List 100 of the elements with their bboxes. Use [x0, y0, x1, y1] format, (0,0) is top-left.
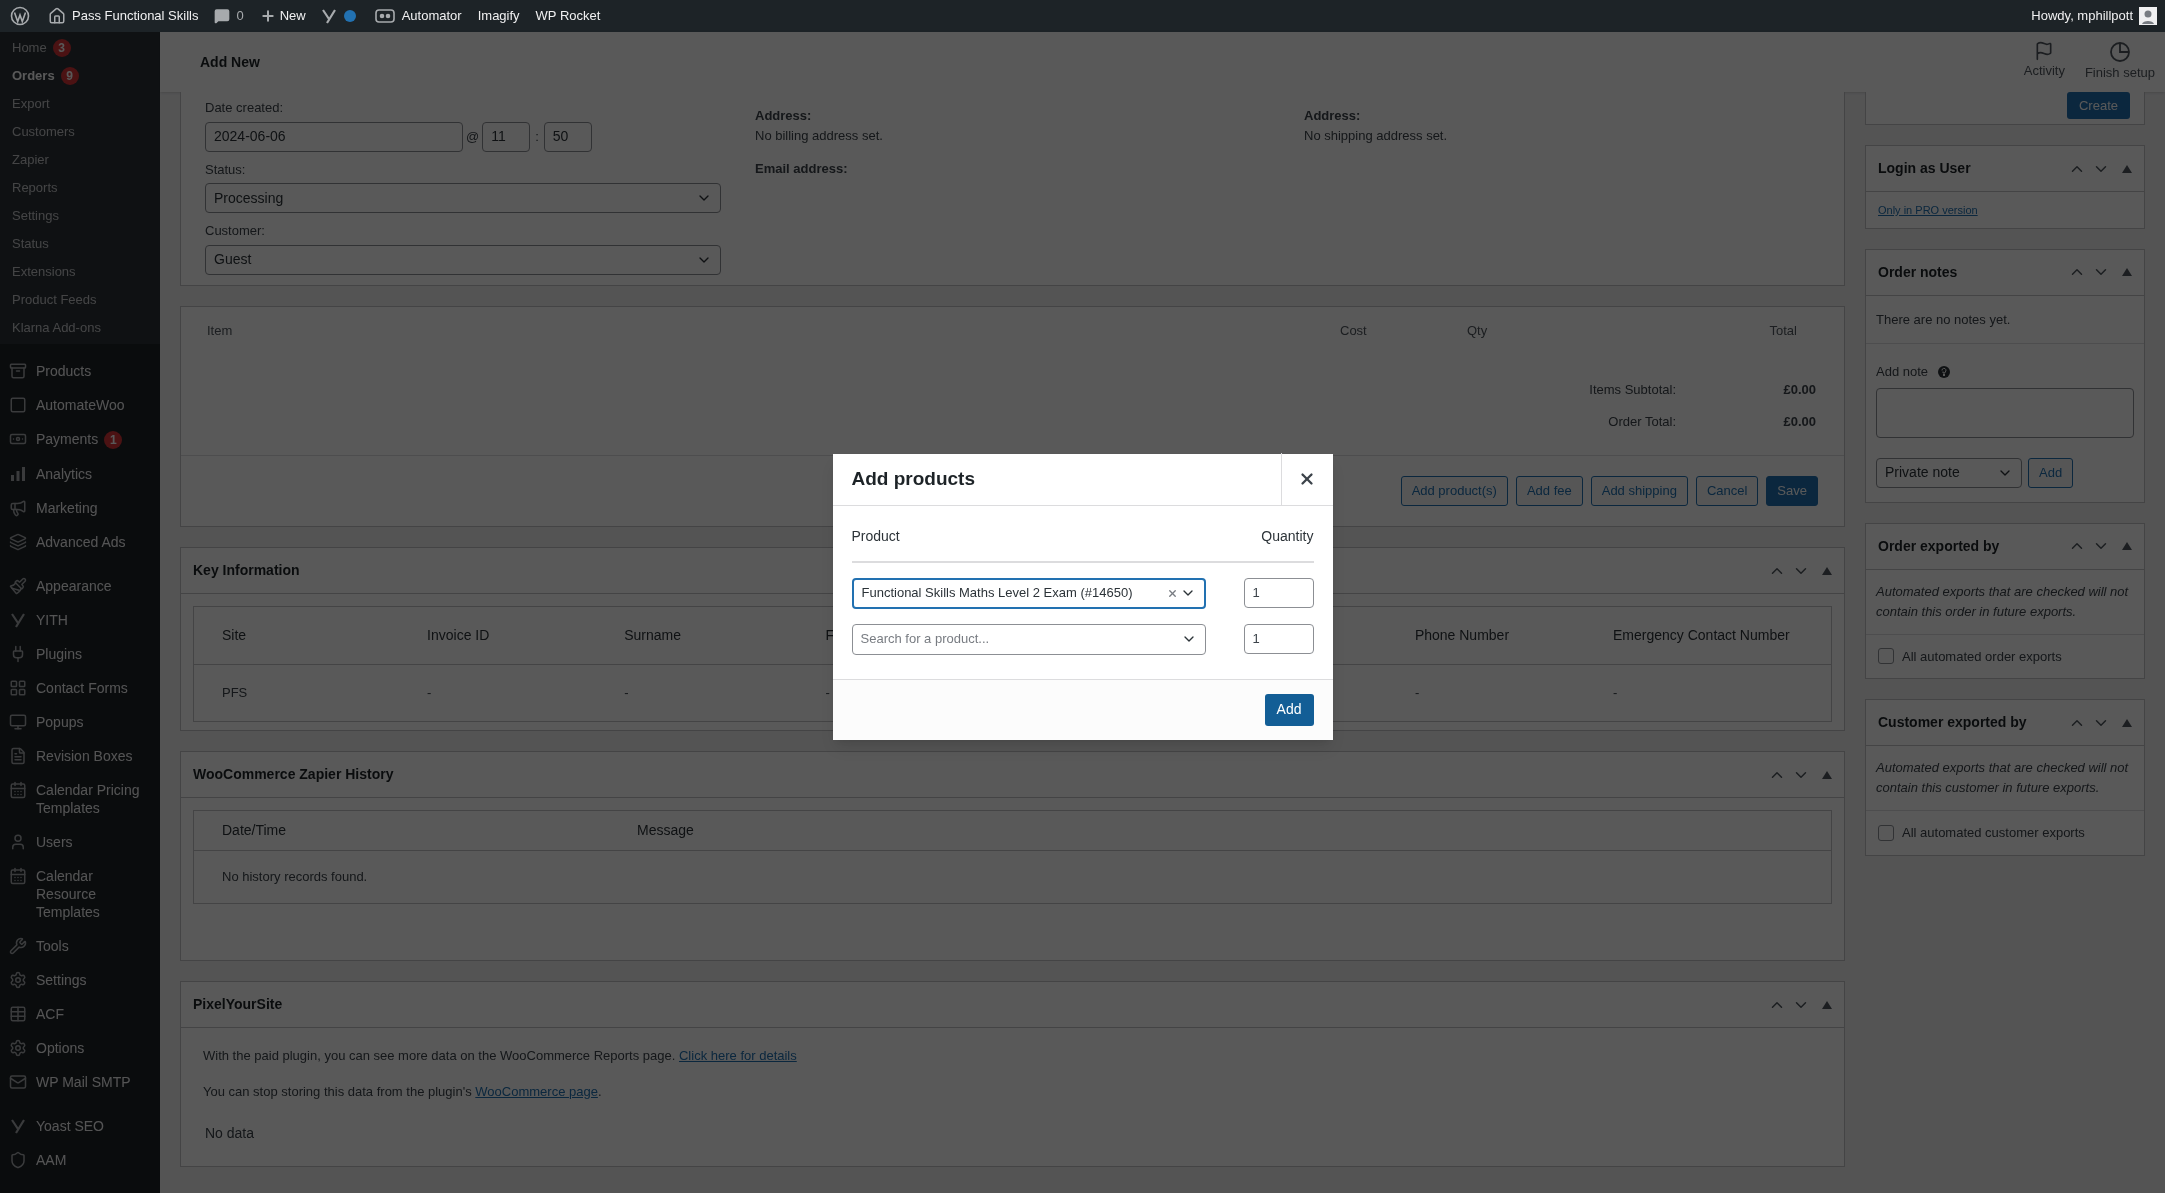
- product-select[interactable]: Functional Skills Maths Level 2 Exam (#14650): [851, 577, 1206, 609]
- description-text: Automated exports that are checked will not contain this customer in future exports.: [1866, 746, 2144, 811]
- column-header: Message: [637, 821, 694, 840]
- checkbox[interactable]: [1878, 648, 1894, 665]
- menu-item[interactable]: Users: [0, 825, 160, 859]
- add-button[interactable]: Add: [1264, 693, 1314, 726]
- menu-item[interactable]: Settings: [0, 963, 160, 997]
- checkbox[interactable]: [1878, 824, 1894, 841]
- add-note-button[interactable]: Add: [2028, 457, 2074, 488]
- checkbox-label: All automated order exports: [1902, 647, 2062, 666]
- field-label: Add note: [1876, 363, 1929, 381]
- site-name-link[interactable]: Pass Functional Skills: [40, 6, 207, 26]
- menu-item[interactable]: Advanced Ads: [0, 525, 160, 559]
- header-action-button[interactable]: Activity: [2023, 41, 2065, 83]
- quantity-field[interactable]: 1: [1243, 624, 1314, 654]
- collapse-triangle-icon[interactable]: [1822, 566, 1832, 575]
- menu-item[interactable]: Popups: [0, 705, 160, 739]
- column-header: F: [825, 627, 834, 643]
- details-link[interactable]: Click here for details: [679, 1048, 797, 1063]
- details-link[interactable]: WooCommerce page: [475, 1083, 598, 1099]
- column-header: Surname: [624, 627, 682, 643]
- menu-item[interactable]: Plugins: [0, 637, 160, 671]
- select-field[interactable]: Private note: [1876, 457, 2022, 488]
- robot-icon: [373, 8, 396, 24]
- panel-title: Order notes: [1878, 262, 1958, 282]
- plugin-menu-link[interactable]: WP Rocket: [527, 6, 609, 26]
- menu-item[interactable]: Calendar Resource Templates: [0, 859, 160, 929]
- menu-item[interactable]: Yoast SEO: [0, 1109, 160, 1143]
- collapse-triangle-icon[interactable]: [2122, 268, 2132, 276]
- menu-item[interactable]: Payments 1: [0, 422, 160, 457]
- dialog-title: Add products: [850, 466, 975, 491]
- pro-version-link[interactable]: Only in PRO version: [1878, 204, 1978, 216]
- product-select[interactable]: Search for a product...: [851, 623, 1206, 655]
- collapse-triangle-icon[interactable]: [2122, 542, 2132, 550]
- billing-address-text: No billing address set.: [755, 126, 884, 145]
- document-icon: [9, 747, 27, 765]
- action-button[interactable]: Add shipping: [1590, 476, 1688, 506]
- input-field[interactable]: 2024-06-06: [205, 121, 463, 152]
- action-button[interactable]: Add product(s): [1400, 476, 1508, 506]
- wrench-icon: [9, 937, 27, 955]
- greeting-text[interactable]: Howdy, mphillpott: [2031, 6, 2133, 26]
- plugin-menu-link[interactable]: Automator: [365, 6, 470, 26]
- menu-item[interactable]: YITH: [0, 603, 160, 637]
- calendar-icon: [9, 781, 27, 799]
- collapse-triangle-icon[interactable]: [1822, 770, 1832, 779]
- action-button[interactable]: Add fee: [1515, 476, 1583, 506]
- square-icon: [9, 396, 27, 414]
- menu-item[interactable]: ACF: [0, 997, 160, 1031]
- help-icon[interactable]: [1938, 365, 1951, 378]
- grid-icon: [9, 679, 27, 697]
- comments-link[interactable]: 0: [206, 6, 252, 26]
- monitor-icon: [9, 713, 27, 731]
- shield-icon: [9, 1151, 27, 1169]
- menu-item[interactable]: Appearance: [0, 569, 160, 603]
- save-button[interactable]: Save: [1766, 476, 1818, 506]
- menu-item[interactable]: AAM: [0, 1143, 160, 1177]
- menu-item[interactable]: AutomateWoo: [0, 388, 160, 422]
- y-logo-icon: [9, 611, 27, 629]
- table-cell: -: [1613, 685, 1618, 701]
- clear-icon[interactable]: [1166, 587, 1178, 599]
- menu-item[interactable]: Revision Boxes: [0, 739, 160, 773]
- plugin-menu-link[interactable]: Imagify: [469, 6, 528, 26]
- menu-item[interactable]: Calendar Pricing Templates: [0, 773, 160, 825]
- close-icon: [1298, 470, 1316, 488]
- header-action-button[interactable]: Finish setup: [2084, 41, 2155, 83]
- quantity-field[interactable]: 1: [1243, 578, 1314, 608]
- note-textarea[interactable]: [1876, 387, 2134, 438]
- settings-icon: [9, 971, 27, 989]
- collapse-triangle-icon[interactable]: [2122, 164, 2132, 173]
- total-value: £0.00: [1782, 381, 1816, 399]
- new-link[interactable]: New: [251, 6, 314, 26]
- menu-item[interactable]: Marketing: [0, 491, 160, 525]
- select-field[interactable]: Processing: [205, 183, 721, 213]
- info-paragraph: You can stop storing this data from the plugin's WooCommerce page.: [203, 1082, 603, 1101]
- mail-icon: [9, 1073, 27, 1091]
- menu-item[interactable]: WP Mail SMTP: [0, 1065, 160, 1099]
- action-button[interactable]: Cancel: [1695, 476, 1759, 506]
- submenu-item[interactable]: Orders 9: [0, 62, 160, 90]
- wordpress-logo-icon[interactable]: [10, 6, 30, 26]
- panel-title: Customer exported by: [1878, 713, 2027, 732]
- panel-title: Key Information: [193, 561, 300, 580]
- menu-item[interactable]: Options: [0, 1031, 160, 1065]
- create-button[interactable]: Create: [2066, 92, 2130, 119]
- collapse-triangle-icon[interactable]: [1822, 1000, 1832, 1009]
- select-field[interactable]: Guest: [205, 244, 721, 275]
- pie-chart-icon: [2108, 41, 2131, 64]
- input-field[interactable]: 50: [543, 121, 592, 152]
- column-header: Qty: [1467, 321, 1489, 340]
- count-badge: 3: [52, 39, 71, 57]
- flag-icon: [2034, 41, 2055, 62]
- table-cell: -: [1414, 685, 1420, 701]
- menu-item[interactable]: Analytics: [0, 457, 160, 491]
- menu-item[interactable]: Tools: [0, 929, 160, 963]
- total-value: £0.00: [1782, 412, 1816, 431]
- collapse-triangle-icon[interactable]: [2122, 718, 2132, 727]
- menu-item[interactable]: Products: [0, 354, 160, 388]
- menu-item[interactable]: Contact Forms: [0, 671, 160, 705]
- avatar-icon[interactable]: [2139, 7, 2157, 25]
- column-header: Item: [207, 321, 234, 340]
- input-field[interactable]: 11: [482, 121, 531, 152]
